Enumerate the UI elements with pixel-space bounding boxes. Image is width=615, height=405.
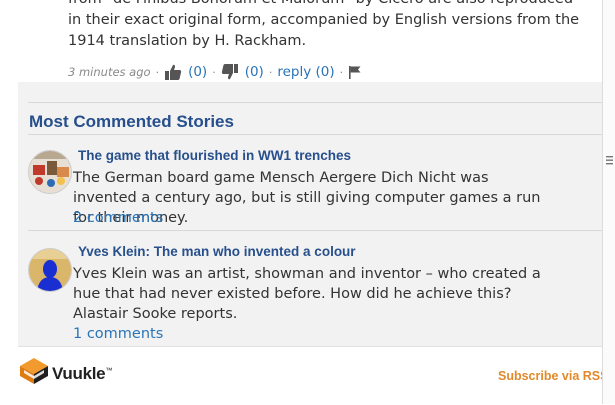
meta-separator: ·: [339, 65, 344, 79]
section-title: Most Commented Stories: [29, 112, 234, 131]
likes-count[interactable]: (0): [188, 64, 207, 80]
thumbs-down-icon[interactable]: [221, 63, 239, 81]
flag-icon[interactable]: [348, 65, 362, 79]
story-comments-link[interactable]: 1 comments: [73, 326, 163, 342]
vuukle-brand[interactable]: Vuukle™: [52, 364, 112, 384]
scroll-grip-icon[interactable]: [606, 156, 613, 165]
story-comments-link[interactable]: 2 comments: [73, 210, 163, 226]
divider: [28, 102, 602, 103]
divider: [28, 134, 602, 135]
comment-body: from "de Finibus Bonorum et Malorum" by …: [68, 0, 588, 52]
comment-line: 1914 translation by H. Rackham.: [68, 33, 307, 49]
thumbs-up-icon[interactable]: [164, 63, 182, 81]
comment-time: 3 minutes ago: [68, 65, 151, 79]
scrollbar[interactable]: [602, 0, 615, 404]
vuukle-logo[interactable]: [18, 354, 50, 388]
story-thumbnail[interactable]: [28, 150, 72, 194]
trademark: ™: [105, 367, 113, 375]
story-thumbnail[interactable]: [28, 248, 72, 292]
story-title-link[interactable]: Yves Klein: The man who invented a colou…: [78, 244, 356, 259]
divider: [28, 230, 602, 231]
meta-separator: ·: [155, 65, 160, 79]
meta-separator: ·: [212, 65, 216, 79]
dislikes-count[interactable]: (0): [245, 64, 264, 80]
comment-meta: 3 minutes ago · (0) · (0) · reply (0) ·: [68, 62, 362, 82]
story-title-link[interactable]: The game that flourished in WW1 trenches: [78, 148, 351, 163]
comment-line: from "de Finibus Bonorum et Malorum" by …: [68, 0, 588, 10]
subscribe-rss-link[interactable]: Subscribe via RSS: [498, 369, 608, 383]
meta-separator: ·: [268, 65, 273, 79]
brand-name: Vuukle: [52, 364, 106, 383]
reply-link[interactable]: reply (0): [277, 64, 334, 80]
story-summary: Yves Klein was an artist, showman and in…: [73, 266, 541, 322]
comment-line: in their exact original form, accompanie…: [68, 12, 580, 28]
